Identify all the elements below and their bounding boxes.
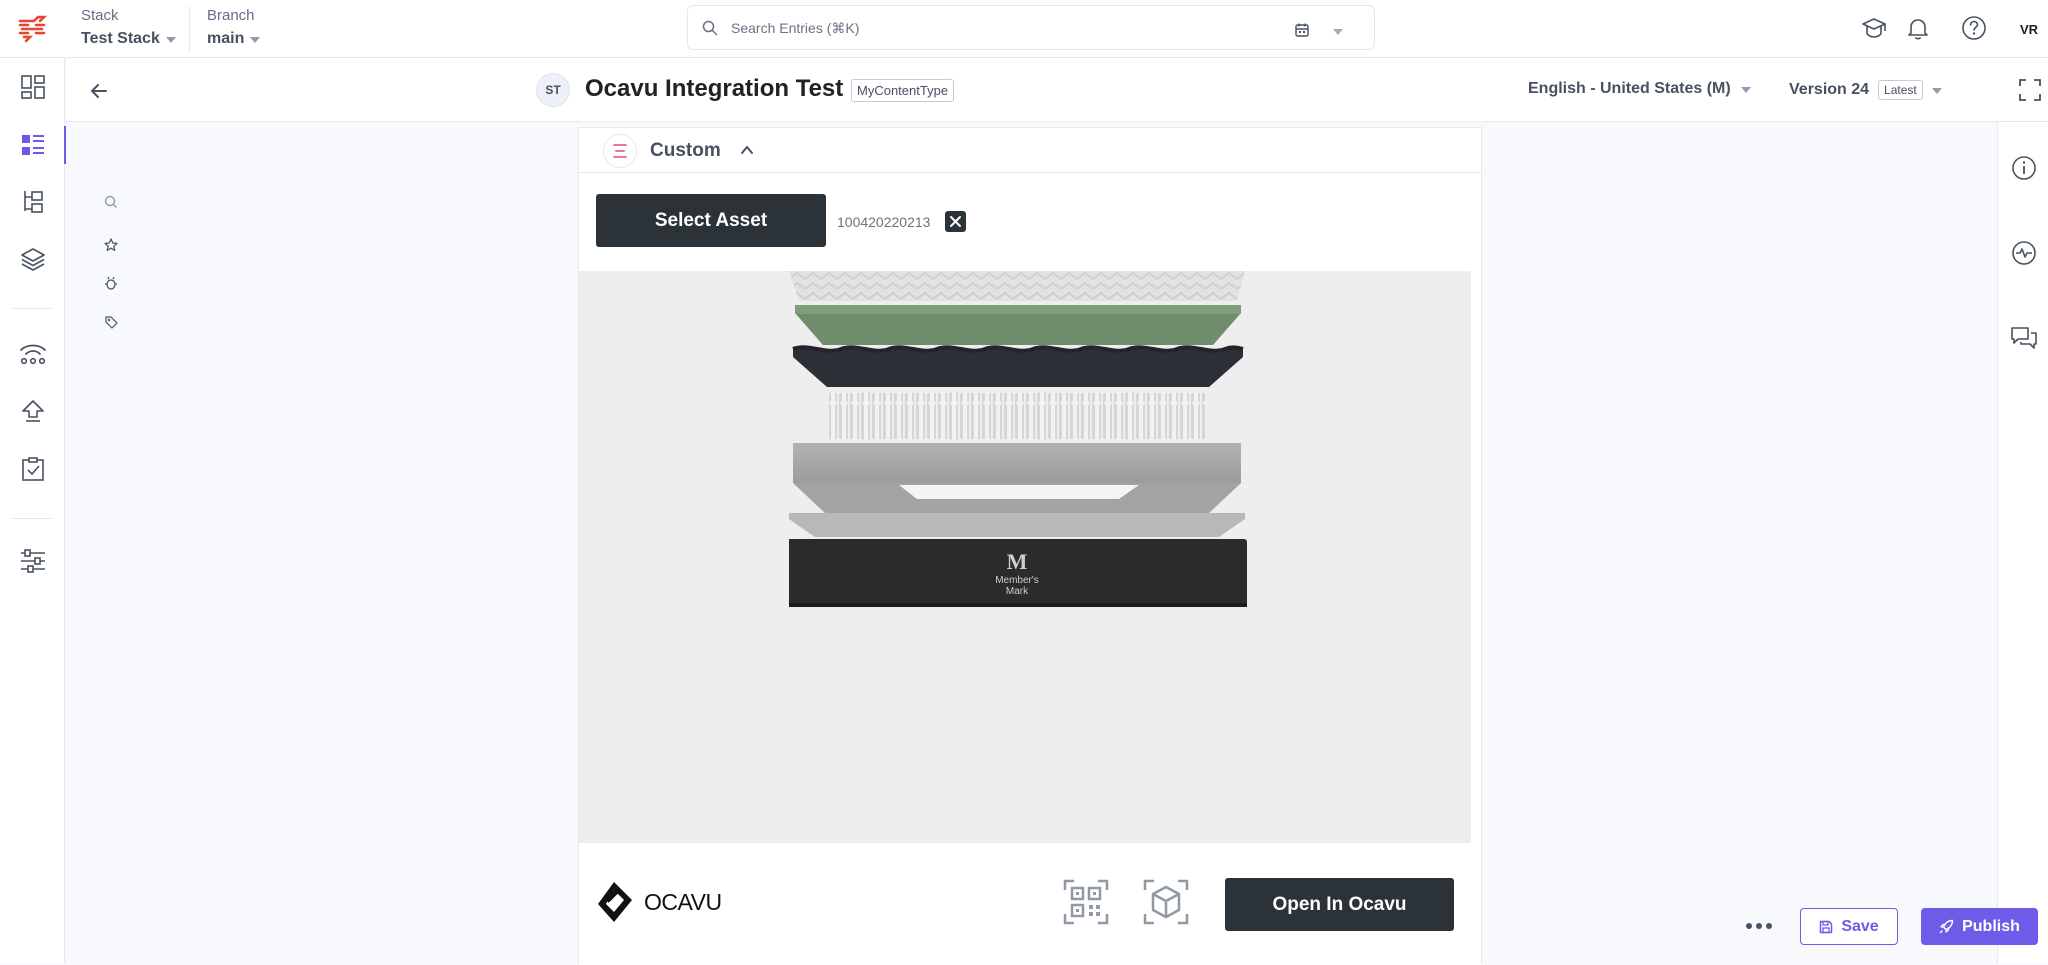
ar-view-button[interactable] — [1142, 878, 1190, 926]
contentstack-logo-icon[interactable] — [16, 13, 48, 45]
branch-label: Branch — [207, 7, 255, 24]
locale-selector[interactable]: English - United States (M) — [1528, 80, 1751, 98]
help-icon[interactable] — [1957, 11, 1991, 45]
close-icon — [949, 215, 962, 228]
bell-icon[interactable] — [1901, 11, 1935, 45]
qr-code-button[interactable] — [1062, 878, 1110, 926]
chevron-down-icon — [1931, 88, 1942, 94]
branch-value: main — [207, 30, 245, 47]
layers-icon — [20, 246, 46, 272]
field-footer: OCAVU Open In Ocavu — [579, 844, 1481, 965]
chevron-down-icon — [1740, 87, 1751, 93]
fullscreen-button[interactable] — [2016, 76, 2044, 104]
stack-value: Test Stack — [81, 30, 160, 47]
chevron-up-icon[interactable] — [739, 142, 755, 158]
search-input[interactable] — [731, 18, 1251, 38]
sliders-icon — [19, 548, 47, 574]
search-icon — [702, 20, 718, 36]
arrow-left-icon — [86, 78, 112, 104]
entry-info-button[interactable] — [1998, 148, 2048, 188]
ocavu-logo: OCAVU — [596, 878, 726, 926]
qr-code-icon — [1062, 878, 1110, 926]
dashboard-icon — [20, 74, 46, 100]
upload-arrow-icon — [20, 398, 46, 424]
mattress-model-image: M Member's Mark — [789, 271, 1247, 607]
select-asset-button[interactable]: Select Asset — [596, 194, 826, 247]
3d-cube-icon — [1142, 878, 1190, 926]
releases-icon — [18, 340, 48, 366]
brand-line-1: Member's — [995, 575, 1039, 586]
info-icon — [2010, 154, 2038, 182]
latest-badge: Latest — [1878, 80, 1923, 100]
tag-icon[interactable] — [103, 314, 119, 330]
nav-entries[interactable] — [0, 122, 66, 168]
comments-button[interactable] — [1998, 318, 2048, 358]
star-icon[interactable] — [103, 237, 119, 253]
brand-mark: M — [1007, 549, 1028, 574]
locale-value: English - United States (M) — [1528, 80, 1731, 97]
entries-list-icon — [20, 132, 46, 158]
comments-icon — [2009, 324, 2039, 352]
chevron-down-icon — [165, 37, 176, 43]
ellipsis-icon — [1746, 923, 1752, 929]
activity-icon — [2010, 239, 2038, 267]
user-avatar[interactable]: VR — [2014, 14, 2044, 44]
expand-icon — [2016, 76, 2044, 104]
entry-avatar: ST — [536, 73, 570, 107]
nav-publish-queue[interactable] — [0, 388, 65, 434]
nav-releases[interactable] — [0, 330, 65, 376]
right-rail — [1997, 122, 2048, 964]
clear-asset-button[interactable] — [945, 211, 966, 232]
ellipsis-dot — [1766, 923, 1772, 929]
ocavu-logo-text: OCAVU — [644, 889, 722, 915]
branch-selector[interactable]: Branch main — [207, 7, 261, 49]
bug-icon[interactable] — [103, 275, 119, 291]
ellipsis-dot — [1756, 923, 1762, 929]
custom-field-icon — [603, 134, 637, 168]
clipboard-check-icon — [20, 456, 46, 482]
rocket-icon — [1939, 919, 1954, 934]
top-bar: Stack Test Stack Branch main VR — [0, 0, 2048, 58]
field-title: Custom — [650, 140, 721, 161]
nav-divider — [12, 308, 52, 309]
field-header[interactable]: Custom — [579, 128, 1481, 173]
save-button[interactable]: Save — [1800, 908, 1898, 945]
open-in-ocavu-button[interactable]: Open In Ocavu — [1225, 878, 1454, 931]
entry-header: ST Ocavu Integration Test MyContentType … — [66, 58, 2048, 122]
3d-model-viewer[interactable]: M Member's Mark — [579, 271, 1471, 843]
divider — [189, 6, 190, 52]
save-label: Save — [1841, 917, 1879, 935]
search-bar[interactable] — [687, 5, 1375, 50]
entry-title: Ocavu Integration Test — [585, 75, 844, 102]
chevron-down-icon[interactable] — [1333, 29, 1343, 35]
activity-button[interactable] — [1998, 233, 2048, 273]
nav-assets[interactable] — [0, 236, 65, 282]
nav-content-models[interactable] — [0, 179, 65, 225]
more-actions-button[interactable] — [1742, 913, 1776, 939]
content-type-badge: MyContentType — [851, 79, 955, 102]
chevron-down-icon — [250, 37, 261, 43]
version-value: Version 24 — [1789, 81, 1870, 98]
brand-line-2: Mark — [1006, 586, 1029, 597]
nav-tasks[interactable] — [0, 446, 65, 492]
asset-id: 100420220213 — [837, 214, 931, 230]
publish-button[interactable]: Publish — [1921, 908, 2038, 945]
save-icon — [1819, 920, 1833, 934]
outline-search-icon[interactable] — [103, 194, 119, 210]
nav-divider — [12, 518, 52, 519]
publish-label: Publish — [1962, 917, 2020, 935]
content-model-icon — [20, 189, 46, 215]
academy-icon[interactable] — [1857, 11, 1891, 45]
version-selector[interactable]: Version 24 Latest — [1789, 80, 1942, 100]
nav-dashboard[interactable] — [0, 64, 65, 110]
nav-settings[interactable] — [0, 538, 65, 584]
calendar-icon[interactable] — [1294, 22, 1310, 38]
back-button[interactable] — [86, 78, 112, 104]
stack-selector[interactable]: Stack Test Stack — [81, 7, 176, 49]
custom-field-panel: Custom Select Asset 100420220213 M Membe… — [578, 127, 1482, 965]
stack-label: Stack — [81, 7, 119, 24]
left-nav — [0, 58, 66, 964]
